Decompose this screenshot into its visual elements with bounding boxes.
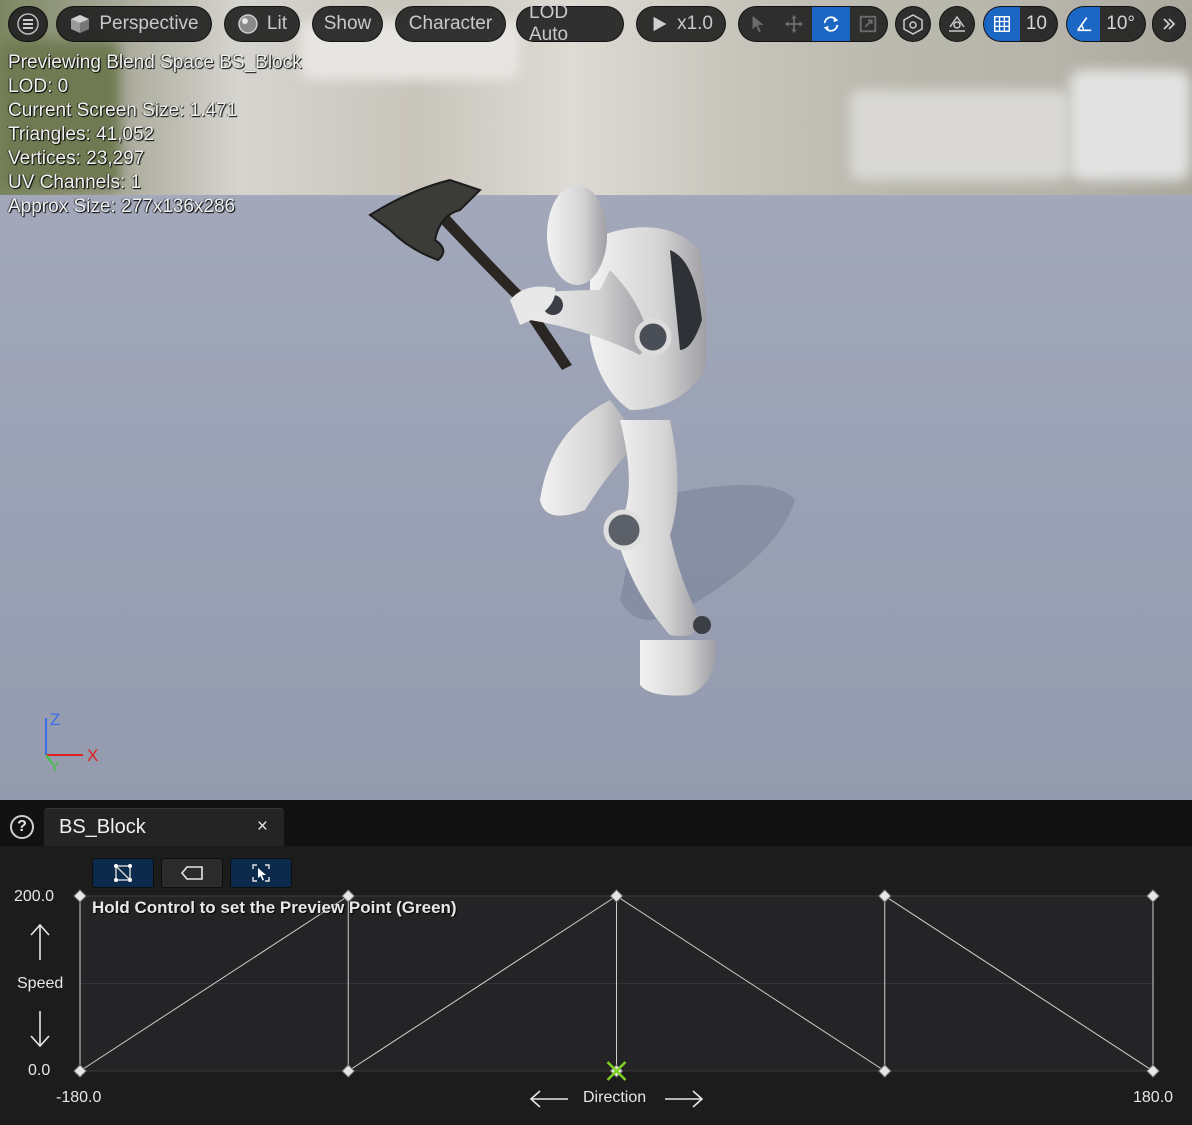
lit-sphere-icon [238, 14, 258, 34]
show-label: Show [323, 13, 372, 34]
scale-tool[interactable] [850, 7, 887, 41]
help-icon[interactable]: ? [10, 815, 34, 839]
scale-icon [860, 15, 877, 33]
x-axis-title: Direction [583, 1089, 647, 1106]
rotation-snap-value[interactable]: 10° [1100, 13, 1145, 35]
stat-vertices: Vertices: 23,297 [8, 148, 145, 169]
car-blur [850, 90, 1070, 180]
axis-x-label: X [87, 746, 98, 765]
preview-viewport[interactable]: Z X Y Previewing Blend Space BS_Block LO… [0, 0, 1192, 800]
show-triangulation-button[interactable] [92, 858, 154, 888]
blend-space-panel: ? BS_Block × Hold Control to set the Pre… [0, 800, 1192, 1125]
stretch-to-fit-button[interactable] [230, 858, 292, 888]
select-cursor-icon [252, 864, 270, 882]
stat-uv-channels: UV Channels: 1 [8, 172, 142, 193]
arrow-right-icon [665, 1090, 704, 1108]
character-button[interactable]: Character [395, 6, 506, 42]
label-tag-icon [180, 866, 203, 880]
stat-lod: LOD: 0 [8, 76, 69, 97]
panel-tab-bar: ? BS_Block × [0, 800, 1192, 846]
translate-tool[interactable] [777, 7, 813, 41]
play-icon [653, 16, 667, 32]
cube-icon [71, 15, 90, 33]
double-chevron-right-icon [1163, 18, 1176, 30]
viewport-toolbar: Perspective Lit Show Character LOD Auto … [0, 2, 1192, 45]
angle-icon [1076, 17, 1091, 32]
rotation-snap-group: 10° [1066, 6, 1146, 42]
tab-label: BS_Block [59, 816, 146, 838]
x-axis-max-label: 180.0 [1133, 1089, 1174, 1106]
grid-icon [993, 16, 1010, 32]
close-icon[interactable]: × [257, 816, 268, 838]
character-mesh[interactable] [340, 170, 820, 710]
grid-snap-value[interactable]: 10 [1020, 13, 1057, 35]
preview-hint: Hold Control to set the Preview Point (G… [92, 898, 457, 917]
grid-snap-toggle[interactable] [984, 7, 1020, 41]
viewport-menu-button[interactable] [8, 6, 48, 42]
rotation-snap-toggle[interactable] [1067, 7, 1101, 41]
tab-bs-block[interactable]: BS_Block × [44, 808, 284, 846]
more-options-button[interactable] [1152, 6, 1186, 42]
rotate-tool[interactable] [812, 7, 850, 41]
arrow-left-icon [529, 1090, 568, 1108]
move-arrows-icon [785, 14, 804, 34]
cursor-arrow-icon [752, 15, 764, 33]
lit-label: Lit [266, 13, 287, 34]
grid-snap-group: 10 [983, 6, 1058, 42]
stat-screen-size: Current Screen Size: 1.471 [8, 100, 238, 121]
playback-speed-button[interactable]: x1.0 [636, 6, 726, 42]
car-blur-2 [1070, 70, 1190, 180]
lit-button[interactable]: Lit [224, 6, 300, 42]
show-button[interactable]: Show [312, 6, 383, 42]
x-axis-min-label: -180.0 [56, 1089, 102, 1106]
y-axis-max-label: 200.0 [14, 888, 55, 905]
world-axes-icon [903, 14, 923, 35]
perspective-label: Perspective [99, 13, 199, 34]
playback-speed-label: x1.0 [677, 13, 713, 34]
y-axis-min-label: 0.0 [28, 1062, 51, 1079]
surface-snap-icon [949, 15, 965, 32]
blend-space-editor[interactable]: Hold Control to set the Preview Point (G… [0, 846, 1192, 1125]
stat-triangles: Triangles: 41,052 [8, 124, 155, 145]
lod-label: LOD Auto [529, 2, 569, 45]
perspective-button[interactable]: Perspective [56, 6, 212, 42]
arrow-up-icon [30, 923, 50, 960]
stat-approx-size: Approx Size: 277x136x286 [8, 196, 236, 217]
hamburger-icon [17, 13, 39, 35]
rotate-icon [823, 16, 839, 32]
viewport-stats: Previewing Blend Space BS_Block LOD: 0 C… [8, 51, 302, 219]
surface-snap-button[interactable] [939, 6, 975, 42]
stat-preview-line: Previewing Blend Space BS_Block [8, 52, 302, 73]
axis-gizmo: Z X Y [45, 710, 98, 774]
coordinate-system-button[interactable] [895, 6, 931, 42]
lod-button[interactable]: LOD Auto [516, 2, 624, 45]
axis-z-label: Z [50, 710, 60, 729]
transform-tools-group [738, 6, 888, 42]
triangulation-icon [114, 864, 132, 882]
show-labels-button[interactable] [161, 858, 223, 888]
select-tool[interactable] [739, 7, 777, 41]
y-axis-title: Speed [17, 975, 64, 992]
axis-y-label: Y [50, 758, 60, 774]
character-label: Character [408, 13, 493, 34]
arrow-down-icon [30, 1011, 50, 1048]
